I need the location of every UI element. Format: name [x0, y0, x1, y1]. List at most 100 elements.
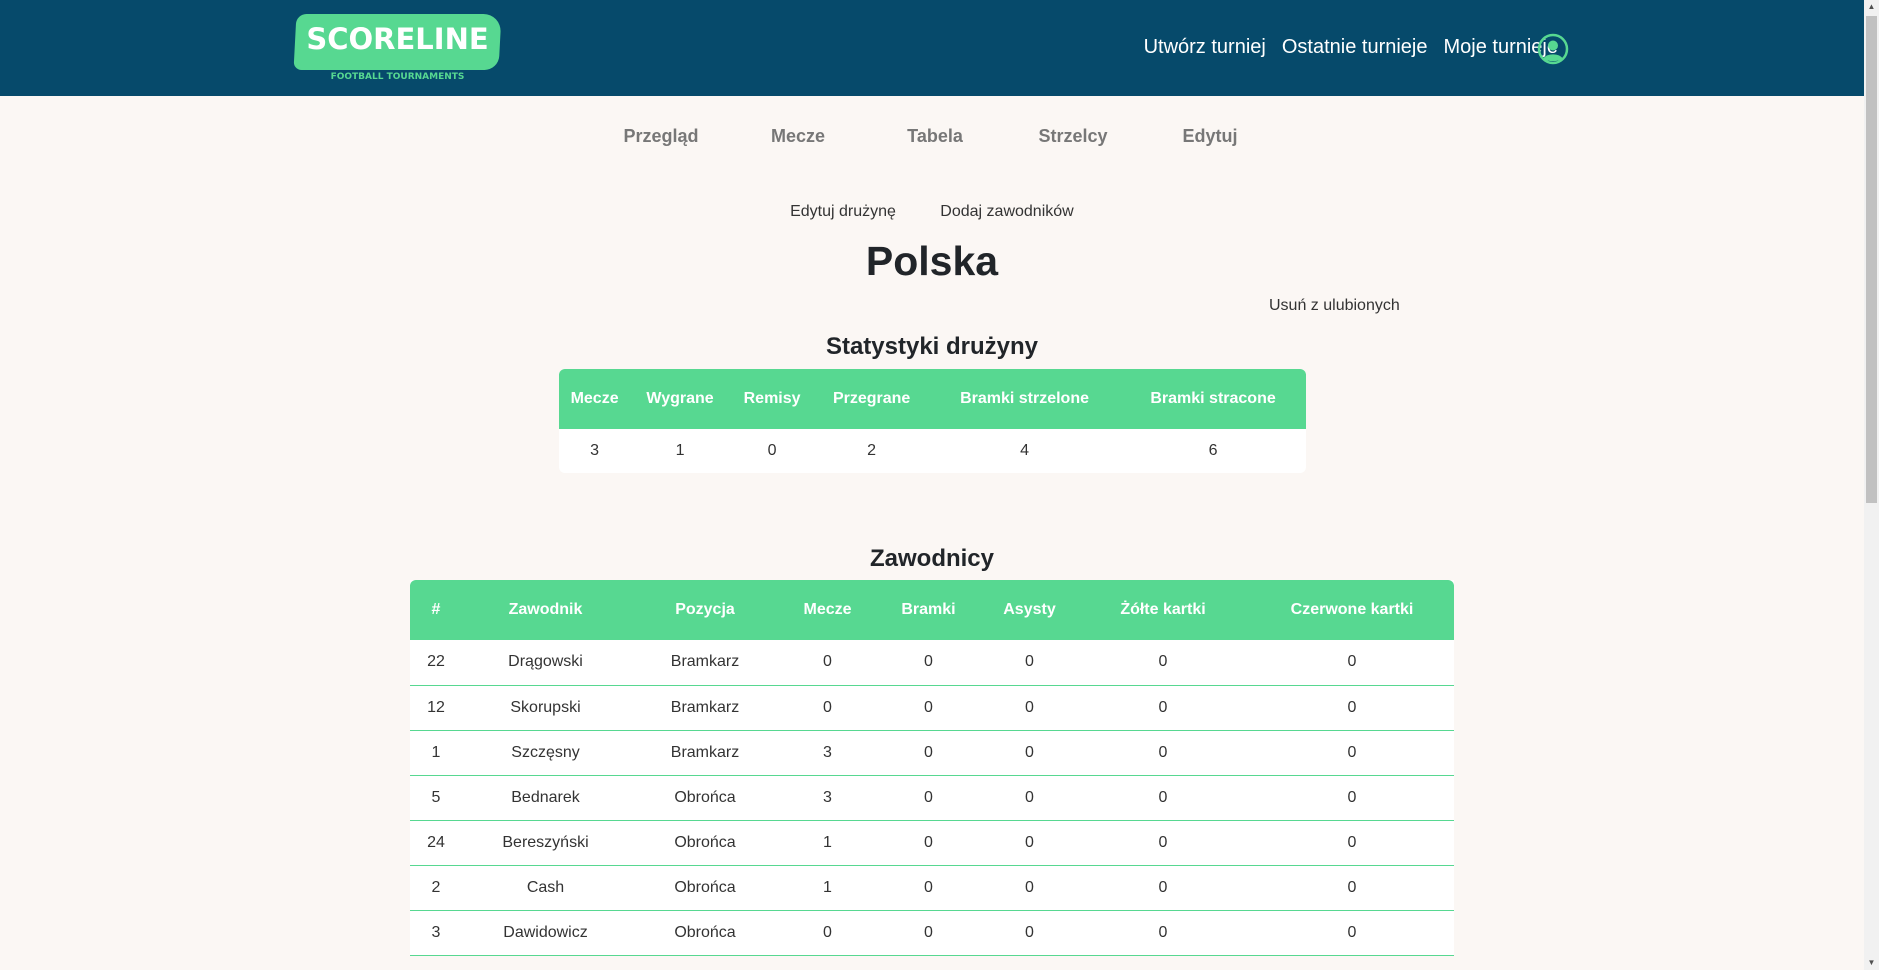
table-row[interactable]: 22 Drągowski Bramkarz 0 0 0 0 0 [410, 640, 1454, 686]
player-name: Bednarek [462, 775, 629, 821]
player-red-cards: 0 [1250, 865, 1454, 911]
nav-recent-tournaments[interactable]: Ostatnie turnieje [1282, 36, 1428, 59]
scroll-up-arrow-icon[interactable]: ▲ [1864, 0, 1879, 14]
players-header-yellow-cards: Żółte kartki [1076, 580, 1250, 640]
player-assists: 0 [983, 820, 1076, 866]
tab-overview[interactable]: Przegląd [623, 126, 698, 147]
user-circle-icon[interactable] [1537, 33, 1569, 65]
player-position: Obrońca [629, 910, 781, 956]
player-name: Skorupski [462, 685, 629, 731]
edit-team-link[interactable]: Edytuj drużynę [790, 203, 896, 221]
scroll-down-arrow-icon[interactable]: ▼ [1864, 956, 1879, 970]
player-yellow-cards: 0 [1076, 820, 1250, 866]
player-number: 3 [410, 910, 462, 956]
player-number: 5 [410, 775, 462, 821]
stats-values-row: 3 1 0 2 4 6 [559, 429, 1306, 473]
top-navbar: SCORELINE FOOTBALL TOURNAMENTS Utwórz tu… [0, 0, 1864, 96]
stats-header-draws: Remisy [729, 369, 815, 429]
players-header-goals: Bramki [874, 580, 983, 640]
players-header-player: Zawodnik [462, 580, 629, 640]
stats-value-matches: 3 [590, 442, 600, 459]
player-red-cards: 0 [1250, 685, 1454, 731]
player-position: Obrońca [629, 865, 781, 911]
player-yellow-cards: 0 [1076, 775, 1250, 821]
table-row[interactable]: 24 Bereszyński Obrońca 1 0 0 0 0 [410, 820, 1454, 866]
stats-value-draws: 0 [767, 442, 777, 459]
nav-create-tournament[interactable]: Utwórz turniej [1144, 36, 1266, 59]
player-number: 22 [410, 640, 462, 686]
players-header-red-cards: Czerwone kartki [1250, 580, 1454, 640]
player-number: 24 [410, 820, 462, 866]
stats-header-row: Mecze Wygrane Remisy Przegrane Bramki st… [559, 369, 1306, 429]
logo-text: SCORELINE [306, 22, 489, 56]
player-goals: 0 [874, 865, 983, 911]
player-red-cards: 0 [1250, 820, 1454, 866]
tab-matches[interactable]: Mecze [771, 126, 825, 147]
player-position: Obrońca [629, 820, 781, 866]
team-name-title: Polska [865, 238, 999, 284]
stats-header-goals-against: Bramki stracone [1120, 369, 1306, 429]
team-stats-title: Statystyki drużyny [825, 333, 1039, 360]
player-position: Bramkarz [629, 640, 781, 686]
table-row[interactable]: 5 Bednarek Obrońca 3 0 0 0 0 [410, 775, 1454, 821]
players-header-matches: Mecze [781, 580, 874, 640]
player-red-cards: 0 [1250, 910, 1454, 956]
table-row[interactable]: 1 Szczęsny Bramkarz 3 0 0 0 0 [410, 730, 1454, 776]
stats-value-goals-for: 4 [1020, 442, 1029, 459]
players-title: Zawodnicy [869, 545, 995, 572]
player-number: 1 [410, 730, 462, 776]
player-position: Obrońca [629, 775, 781, 821]
stats-value-wins: 1 [675, 442, 685, 459]
player-position: Bramkarz [629, 685, 781, 731]
players-header-assists: Asysty [983, 580, 1076, 640]
add-players-link[interactable]: Dodaj zawodników [940, 203, 1073, 221]
player-red-cards: 0 [1250, 730, 1454, 776]
player-matches: 1 [781, 865, 874, 911]
tab-edit[interactable]: Edytuj [1182, 126, 1237, 147]
player-yellow-cards: 0 [1076, 640, 1250, 686]
player-assists: 0 [983, 685, 1076, 731]
player-matches: 0 [781, 910, 874, 956]
player-matches: 3 [781, 775, 874, 821]
players-table-body: 22 Drągowski Bramkarz 0 0 0 0 0 12 Skorupski Bramk… [410, 640, 1454, 956]
player-name: Szczęsny [462, 730, 629, 776]
player-assists: 0 [983, 640, 1076, 686]
player-number: 12 [410, 685, 462, 731]
player-matches: 3 [781, 730, 874, 776]
player-assists: 0 [983, 910, 1076, 956]
tab-scorers[interactable]: Strzelcy [1038, 126, 1107, 147]
scoreline-logo[interactable]: SCORELINE FOOTBALL TOURNAMENTS [293, 14, 502, 86]
scrollbar-thumb[interactable] [1866, 16, 1877, 503]
player-assists: 0 [983, 865, 1076, 911]
page-scrollbar[interactable]: ▲ ▼ [1864, 0, 1879, 970]
stats-header-goals-for: Bramki strzelone [928, 369, 1121, 429]
stats-header-wins: Wygrane [630, 369, 730, 429]
logo-subtitle: FOOTBALL TOURNAMENTS [330, 72, 465, 82]
player-red-cards: 0 [1250, 775, 1454, 821]
table-row[interactable]: 3 Dawidowicz Obrońca 0 0 0 0 0 [410, 910, 1454, 956]
remove-favorite-link[interactable]: Usuń z ulubionych [1269, 297, 1400, 315]
stats-value-goals-against: 6 [1208, 442, 1218, 459]
player-name: Drągowski [462, 640, 629, 686]
player-yellow-cards: 0 [1076, 910, 1250, 956]
stats-value-losses: 2 [867, 442, 877, 459]
stats-header-losses: Przegrane [814, 369, 929, 429]
player-matches: 1 [781, 820, 874, 866]
table-row[interactable]: 2 Cash Obrońca 1 0 0 0 0 [410, 865, 1454, 911]
player-goals: 0 [874, 640, 983, 686]
team-stats-table: Mecze Wygrane Remisy Przegrane Bramki st… [559, 369, 1306, 473]
player-goals: 0 [874, 910, 983, 956]
stats-header-matches: Mecze [559, 369, 631, 429]
player-yellow-cards: 0 [1076, 865, 1250, 911]
main-nav: Utwórz turniej Ostatnie turnieje Moje tu… [1128, 36, 1558, 59]
players-header-row: # Zawodnik Pozycja Mecze Bramki Asysty Ż… [410, 580, 1454, 640]
player-goals: 0 [874, 820, 983, 866]
player-goals: 0 [874, 775, 983, 821]
player-yellow-cards: 0 [1076, 730, 1250, 776]
player-assists: 0 [983, 775, 1076, 821]
tab-table[interactable]: Tabela [907, 126, 963, 147]
player-assists: 0 [983, 730, 1076, 776]
table-row[interactable]: 12 Skorupski Bramkarz 0 0 0 0 0 [410, 685, 1454, 731]
player-name: Bereszyński [462, 820, 629, 866]
player-matches: 0 [781, 640, 874, 686]
